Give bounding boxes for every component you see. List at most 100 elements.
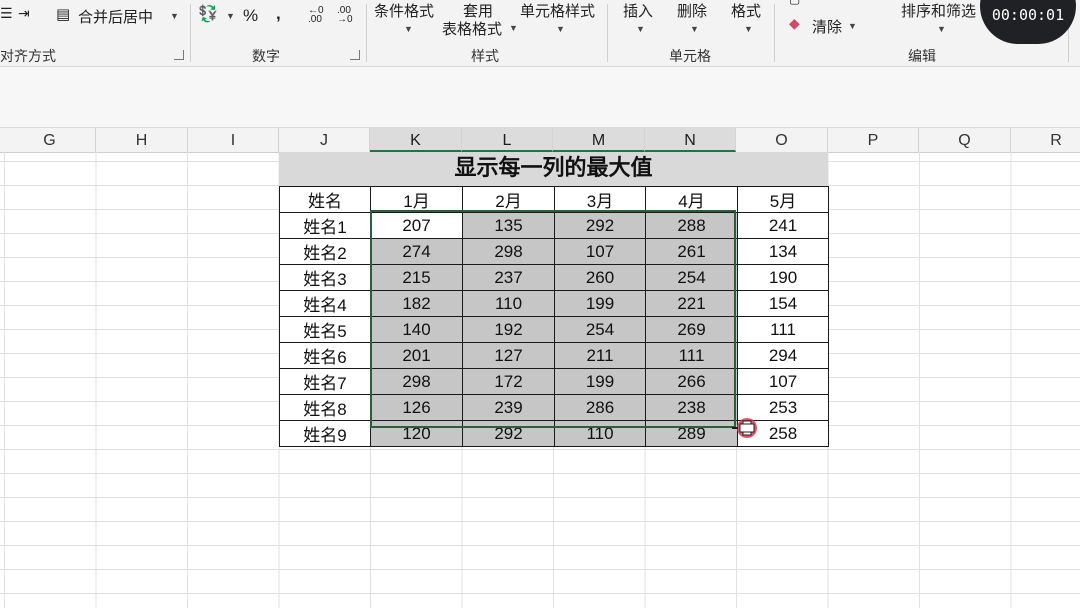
value-cell[interactable]: 107 [737,368,829,395]
value-cell[interactable]: 207 [370,212,463,239]
format-dropdown-icon[interactable]: ▼ [744,24,753,34]
merge-center-button[interactable]: 合并后居中 [78,6,153,27]
alignment-launcher-icon[interactable] [174,50,184,60]
value-cell[interactable]: 134 [737,238,829,265]
value-cell[interactable]: 269 [645,316,738,343]
number-launcher-icon[interactable] [350,50,360,60]
value-cell[interactable]: 292 [462,420,555,447]
conditional-format-dropdown-icon[interactable]: ▼ [404,24,413,34]
column-header-g[interactable]: G [4,128,96,152]
column-header-i[interactable]: I [188,128,279,152]
name-cell[interactable]: 姓名4 [279,290,371,317]
column-header-o[interactable]: O [736,128,828,152]
cell-styles-dropdown-icon[interactable]: ▼ [556,24,565,34]
table-header-cell[interactable]: 4月 [645,186,738,213]
table-header-cell[interactable]: 5月 [737,186,829,213]
value-cell[interactable]: 107 [554,238,646,265]
format-button[interactable]: 格式 [731,0,761,21]
value-cell[interactable]: 289 [645,420,738,447]
name-cell[interactable]: 姓名8 [279,394,371,421]
value-cell[interactable]: 211 [554,342,646,369]
name-cell[interactable]: 姓名3 [279,264,371,291]
column-header-p[interactable]: P [828,128,919,152]
value-cell[interactable]: 221 [645,290,738,317]
column-header-j[interactable]: J [279,128,370,152]
increase-decimal-button[interactable]: ←0 .00 [308,6,330,25]
column-header-r[interactable]: R [1011,128,1080,152]
value-cell[interactable]: 126 [370,394,463,421]
clear-button[interactable]: 清除 [812,16,842,37]
value-cell[interactable]: 182 [370,290,463,317]
decrease-decimal-button[interactable]: .00 →0 [337,6,359,25]
value-cell[interactable]: 199 [554,290,646,317]
percent-button[interactable]: % [243,6,258,26]
value-cell[interactable]: 192 [462,316,555,343]
value-cell[interactable]: 110 [554,420,646,447]
column-header-q[interactable]: Q [919,128,1011,152]
name-cell[interactable]: 姓名7 [279,368,371,395]
table-header-cell[interactable]: 2月 [462,186,555,213]
clear-dropdown-icon[interactable]: ▼ [848,21,857,31]
value-cell[interactable]: 190 [737,264,829,291]
value-cell[interactable]: 274 [370,238,463,265]
value-cell[interactable]: 111 [737,316,829,343]
conditional-format-button[interactable]: 条件格式 [374,0,434,21]
value-cell[interactable]: 294 [737,342,829,369]
cell-styles-button[interactable]: 单元格样式 [520,0,595,21]
sort-filter-button[interactable]: 排序和筛选 [901,0,976,21]
delete-button[interactable]: 删除 [677,0,707,21]
table-header-cell[interactable]: 1月 [370,186,463,213]
value-cell[interactable]: 288 [645,212,738,239]
name-cell[interactable]: 姓名9 [279,420,371,447]
table-header-cell[interactable]: 姓名 [279,186,371,213]
name-cell[interactable]: 姓名6 [279,342,371,369]
value-cell[interactable]: 238 [645,394,738,421]
value-cell[interactable]: 260 [554,264,646,291]
format-as-table-dropdown-icon[interactable]: ▼ [509,23,518,33]
insert-dropdown-icon[interactable]: ▼ [636,24,645,34]
value-cell[interactable]: 298 [462,238,555,265]
column-header-k[interactable]: K [370,128,462,152]
name-cell[interactable]: 姓名1 [279,212,371,239]
value-cell[interactable]: 172 [462,368,555,395]
value-cell[interactable]: 120 [370,420,463,447]
value-cell[interactable]: 201 [370,342,463,369]
merge-dropdown-icon[interactable]: ▼ [170,11,179,21]
value-cell[interactable]: 135 [462,212,555,239]
value-cell[interactable]: 140 [370,316,463,343]
currency-icon[interactable]: 💱 [198,4,218,24]
name-cell[interactable]: 姓名5 [279,316,371,343]
column-header-m[interactable]: M [553,128,645,152]
value-cell[interactable]: 110 [462,290,555,317]
column-header-n[interactable]: N [645,128,736,152]
value-cell[interactable]: 286 [554,394,646,421]
delete-dropdown-icon[interactable]: ▼ [690,24,699,34]
value-cell[interactable]: 254 [554,316,646,343]
value-cell[interactable]: 111 [645,342,738,369]
fill-icon[interactable]: ▢ [789,0,800,6]
value-cell[interactable]: 292 [554,212,646,239]
format-as-table-button[interactable]: 表格格式 [442,18,502,39]
indent-icon[interactable]: ⇥ [18,5,30,22]
currency-dropdown-icon[interactable]: ▼ [226,11,235,21]
column-header-h[interactable]: H [96,128,188,152]
value-cell[interactable]: 261 [645,238,738,265]
comma-button[interactable]: , [276,4,281,24]
table-title[interactable]: 显示每一列的最大值 [279,152,828,186]
insert-button[interactable]: 插入 [623,0,653,21]
value-cell[interactable]: 254 [645,264,738,291]
value-cell[interactable]: 239 [462,394,555,421]
name-cell[interactable]: 姓名2 [279,238,371,265]
align-lines-icon[interactable]: ☰ [0,5,13,22]
sort-filter-dropdown-icon[interactable]: ▼ [937,24,946,34]
table-header-cell[interactable]: 3月 [554,186,646,213]
value-cell[interactable]: 154 [737,290,829,317]
column-header-l[interactable]: L [462,128,553,152]
value-cell[interactable]: 298 [370,368,463,395]
value-cell[interactable]: 215 [370,264,463,291]
value-cell[interactable]: 199 [554,368,646,395]
value-cell[interactable]: 241 [737,212,829,239]
value-cell[interactable]: 237 [462,264,555,291]
value-cell[interactable]: 266 [645,368,738,395]
value-cell[interactable]: 127 [462,342,555,369]
